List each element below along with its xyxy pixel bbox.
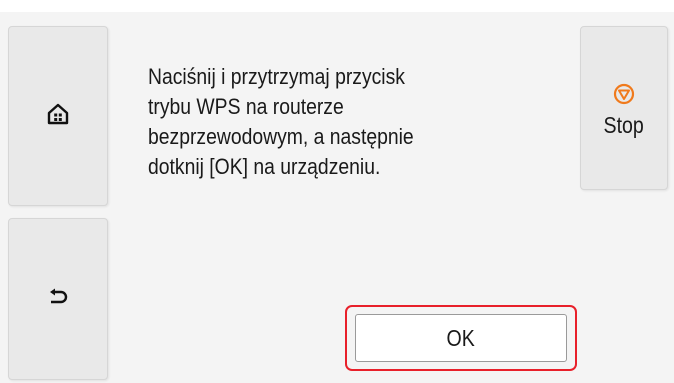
top-strip	[0, 0, 674, 12]
stop-button-label: Stop	[603, 112, 645, 138]
stop-icon	[613, 83, 635, 110]
home-button[interactable]	[8, 26, 108, 206]
ok-button[interactable]: OK	[355, 314, 567, 362]
stop-button[interactable]: Stop	[580, 26, 668, 190]
back-button[interactable]	[8, 218, 108, 380]
ok-button-highlight: OK	[345, 305, 577, 371]
back-arrow-icon	[47, 288, 69, 311]
ok-button-label: OK	[446, 324, 476, 351]
home-icon	[47, 102, 69, 131]
instruction-message: Naciśnij i przytrzymaj przycisk trybu WP…	[148, 64, 414, 179]
printer-panel-screen: Naciśnij i przytrzymaj przycisk trybu WP…	[0, 0, 674, 383]
